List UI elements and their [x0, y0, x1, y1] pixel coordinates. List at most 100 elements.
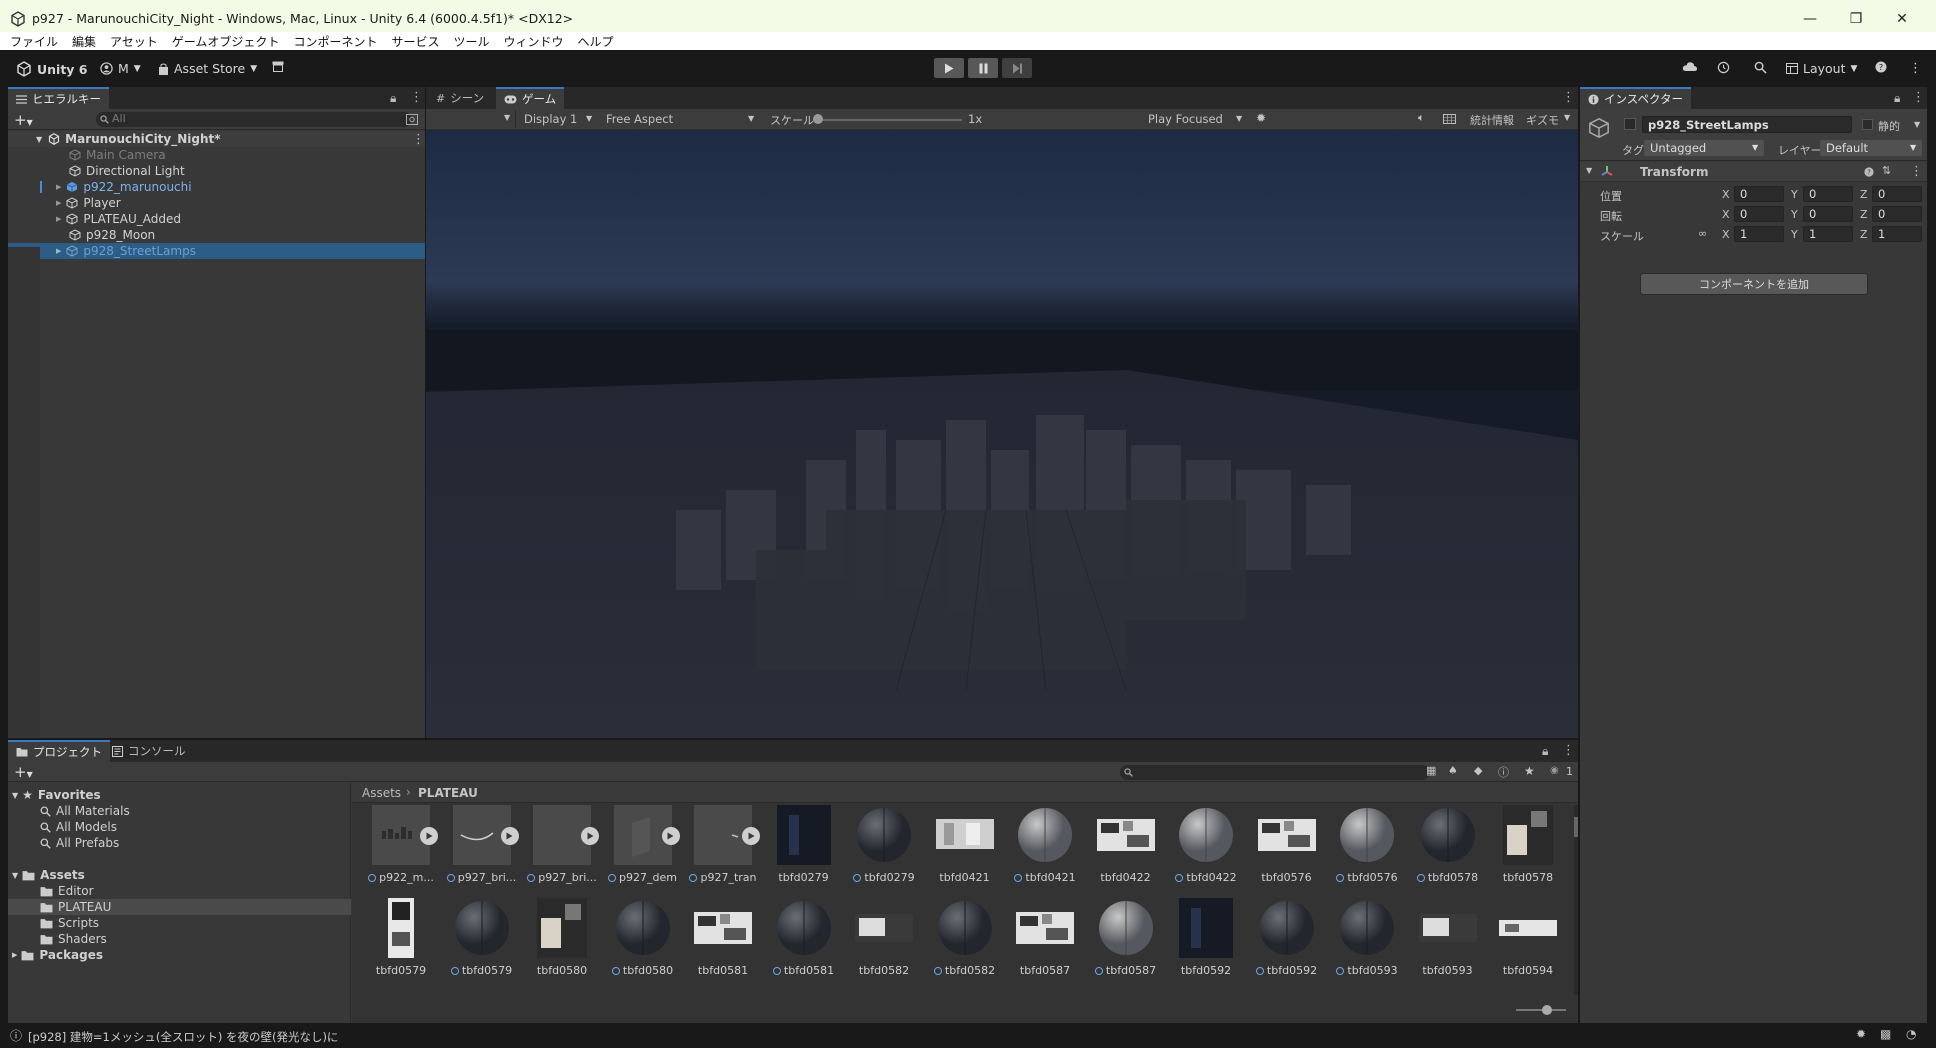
hierarchy-item-selected[interactable]: ◉ ✋︎ ▶ p928_StreetLamps [8, 243, 425, 259]
help-button[interactable]: ? [1875, 61, 1887, 73]
hierarchy-search-box[interactable]: All [96, 112, 412, 127]
step-button[interactable] [1002, 58, 1032, 78]
search-button[interactable] [1754, 61, 1767, 74]
tab-project[interactable]: プロジェクト [8, 740, 110, 762]
scale-x-field[interactable]: 1 [1734, 226, 1784, 242]
layout-dropdown[interactable]: Layout ▼ [1786, 61, 1857, 76]
static-checkbox[interactable] [1862, 119, 1873, 130]
asset-item[interactable]: tbfd0421 [928, 805, 1002, 889]
expand-arrow-icon[interactable]: ▼ [12, 791, 18, 800]
asset-item[interactable]: tbfd0579 [445, 898, 519, 982]
asset-item[interactable]: tbfd0581 [767, 898, 841, 982]
expand-model-icon[interactable] [420, 827, 438, 845]
expand-model-icon[interactable] [742, 827, 760, 845]
rotation-y-field[interactable]: 0 [1803, 206, 1853, 222]
tab-console[interactable]: コンソール [104, 740, 194, 762]
scene-row[interactable]: ▼ MarunouchiCity_Night* ⋮ [8, 131, 425, 147]
asset-item[interactable]: tbfd0594 [1491, 898, 1565, 982]
link-icon[interactable]: ∞ [1698, 227, 1707, 240]
add-component-button[interactable]: コンポーネントを追加 [1640, 273, 1868, 295]
menu-window[interactable]: ウィンドウ [504, 33, 564, 50]
folder-item[interactable]: Shaders [8, 931, 351, 947]
bug-icon[interactable]: ✹ [1856, 1027, 1866, 1041]
project-search-box[interactable] [1120, 765, 1430, 780]
kebab-menu-icon[interactable]: ⋮ [410, 90, 423, 105]
import-log-icon[interactable]: ⓘ [1498, 764, 1509, 780]
frame-icon[interactable] [1443, 114, 1456, 124]
asset-item[interactable]: tbfd0582 [928, 898, 1002, 982]
expand-arrow-icon[interactable]: ▶ [12, 951, 17, 959]
asset-item[interactable]: tbfd0576 [1250, 805, 1324, 889]
network-icon[interactable]: ▩ [1880, 1027, 1891, 1041]
menu-file[interactable]: ファイル [10, 33, 58, 50]
expand-arrow-icon[interactable]: ▶ [56, 199, 61, 207]
menu-help[interactable]: ヘルプ [578, 33, 614, 50]
folder-item-selected[interactable]: PLATEAU [8, 899, 351, 915]
kebab-menu-icon[interactable]: ⋮ [1562, 90, 1575, 105]
favorite-item[interactable]: All Models [8, 819, 351, 835]
status-message[interactable]: [p928] 建物=1メッシュ(全スロット) を夜の壁(発光なし)に [28, 1029, 338, 1045]
expand-arrow-icon[interactable]: ▼ [36, 135, 42, 144]
favorites-header[interactable]: ▼ ★ Favorites [8, 787, 351, 803]
menu-services[interactable]: サービス [391, 33, 439, 50]
create-dropdown[interactable]: +▼ [14, 763, 33, 781]
menu-edit[interactable]: 編集 [72, 33, 96, 50]
chevron-down-icon[interactable]: ▼ [1564, 113, 1570, 122]
kebab-menu-icon[interactable]: ⋮ [412, 132, 425, 147]
history-button[interactable] [1717, 61, 1730, 74]
breadcrumb-current[interactable]: PLATEAU [418, 786, 478, 800]
transform-header[interactable]: ▼ Transform ? ⇅ ⋮ [1580, 162, 1927, 182]
display-dropdown[interactable]: Display 1 ▼ [518, 110, 598, 128]
asset-item[interactable]: p927_bri... [445, 805, 519, 889]
scale-z-field[interactable]: 1 [1872, 226, 1922, 242]
aspect-dropdown[interactable]: Free Aspect ▼ [600, 110, 760, 128]
lock-icon[interactable]: 🔒︎ [1894, 91, 1900, 106]
scale-y-field[interactable]: 1 [1803, 226, 1853, 242]
asset-item[interactable]: tbfd0576 [1330, 805, 1404, 889]
asset-item[interactable]: tbfd0580 [525, 898, 599, 982]
hierarchy-item[interactable]: ▶ Player [8, 195, 433, 211]
filter-icon[interactable] [406, 114, 418, 125]
maximize-button[interactable]: ❐ [1834, 6, 1878, 32]
account-dropdown[interactable]: M ▼ [100, 61, 141, 76]
asset-item[interactable]: tbfd0582 [847, 898, 921, 982]
asset-item[interactable]: p922_m... [364, 805, 438, 889]
asset-store-dropdown[interactable]: Asset Store ▼ [158, 61, 257, 76]
rotation-z-field[interactable]: 0 [1872, 206, 1922, 222]
asset-item[interactable]: p927_bri... [525, 805, 599, 889]
kebab-menu-icon[interactable]: ⋮ [1562, 743, 1575, 758]
close-button[interactable]: ✕ [1880, 6, 1924, 32]
expand-arrow-icon[interactable]: ▶ [56, 247, 61, 255]
scrollbar-thumb[interactable] [1574, 817, 1578, 837]
asset-item[interactable]: tbfd0579 [364, 898, 438, 982]
asset-item[interactable]: tbfd0578 [1491, 805, 1565, 889]
visibility-eye-icon[interactable]: ◉ [1550, 765, 1559, 776]
hierarchy-item[interactable]: ▶ p922_marunouchi [8, 179, 433, 195]
menu-tools[interactable]: ツール [453, 33, 489, 50]
progress-icon[interactable]: ◔ [1906, 1027, 1916, 1041]
favorite-item[interactable]: All Prefabs [8, 835, 351, 851]
asset-item[interactable]: tbfd0593 [1411, 898, 1485, 982]
expand-model-icon[interactable] [581, 827, 599, 845]
create-dropdown[interactable]: +▼ [14, 111, 33, 129]
asset-item[interactable]: tbfd0581 [686, 898, 760, 982]
tab-game[interactable]: ゲーム [496, 87, 565, 109]
play-button[interactable] [934, 58, 964, 78]
zoom-slider-handle[interactable] [1542, 1005, 1552, 1015]
layer-dropdown[interactable]: Default ▼ [1820, 140, 1922, 156]
position-x-field[interactable]: 0 [1734, 186, 1784, 202]
favorite-item[interactable]: All Materials [8, 803, 351, 819]
label-filter-icon[interactable]: ◆ [1474, 764, 1482, 777]
asset-item[interactable]: p927_dem [606, 805, 680, 889]
hierarchy-item[interactable]: ▶ PLATEAU_Added [8, 211, 433, 227]
hierarchy-item[interactable]: Directional Light [8, 163, 433, 179]
chevron-down-icon[interactable]: ▼ [1914, 120, 1920, 129]
asset-item[interactable]: tbfd0422 [1169, 805, 1243, 889]
kebab-menu-icon[interactable]: ⋮ [1910, 164, 1923, 179]
zoom-slider-track[interactable] [1516, 1009, 1566, 1011]
tab-hierarchy[interactable]: ヒエラルキー [8, 87, 109, 109]
folder-item[interactable]: Scripts [8, 915, 351, 931]
tag-dropdown[interactable]: Untagged ▼ [1644, 140, 1764, 156]
expand-model-icon[interactable] [500, 827, 519, 845]
expand-arrow-icon[interactable]: ▼ [12, 871, 18, 880]
